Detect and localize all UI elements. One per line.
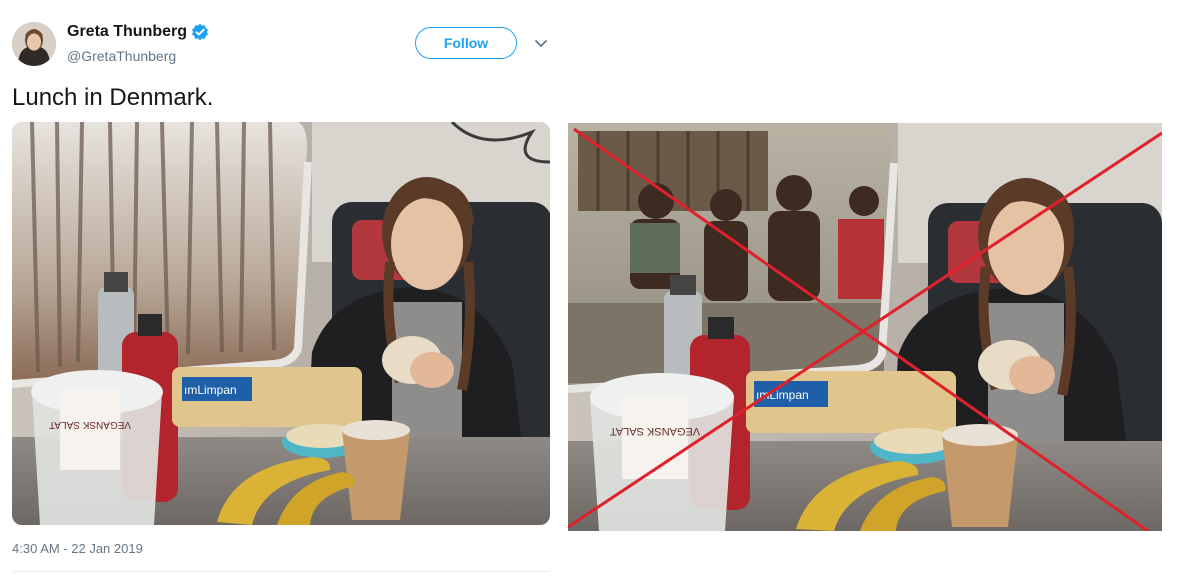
tweet-text: Lunch in Denmark. — [12, 84, 214, 111]
salad-label: VEGANSK SALAT — [610, 425, 701, 437]
tweet-card: Greta Thunberg @GretaThunberg Follow Lun… — [0, 0, 560, 583]
salad-label: VEGANSK SALAT — [49, 419, 131, 430]
tweet-timestamp[interactable]: 4:30 AM - 22 Jan 2019 — [12, 541, 143, 556]
tweet-photo[interactable]: VEGANSK SALAT ımLimpan — [12, 122, 550, 525]
author-name-row[interactable]: Greta Thunberg — [67, 23, 209, 41]
divider — [12, 571, 550, 572]
bread-label: ımLimpan — [184, 383, 237, 397]
display-name[interactable]: Greta Thunberg — [67, 23, 187, 41]
bread-label: ımLimpan — [756, 388, 809, 402]
verified-badge-icon — [191, 23, 209, 41]
avatar[interactable] — [12, 22, 56, 66]
follow-button[interactable]: Follow — [415, 27, 517, 59]
author-handle[interactable]: @GretaThunberg — [67, 48, 176, 64]
chevron-down-icon[interactable] — [532, 36, 550, 52]
edited-photo: VEGANSK SALAT ımLimpan — [568, 123, 1162, 531]
